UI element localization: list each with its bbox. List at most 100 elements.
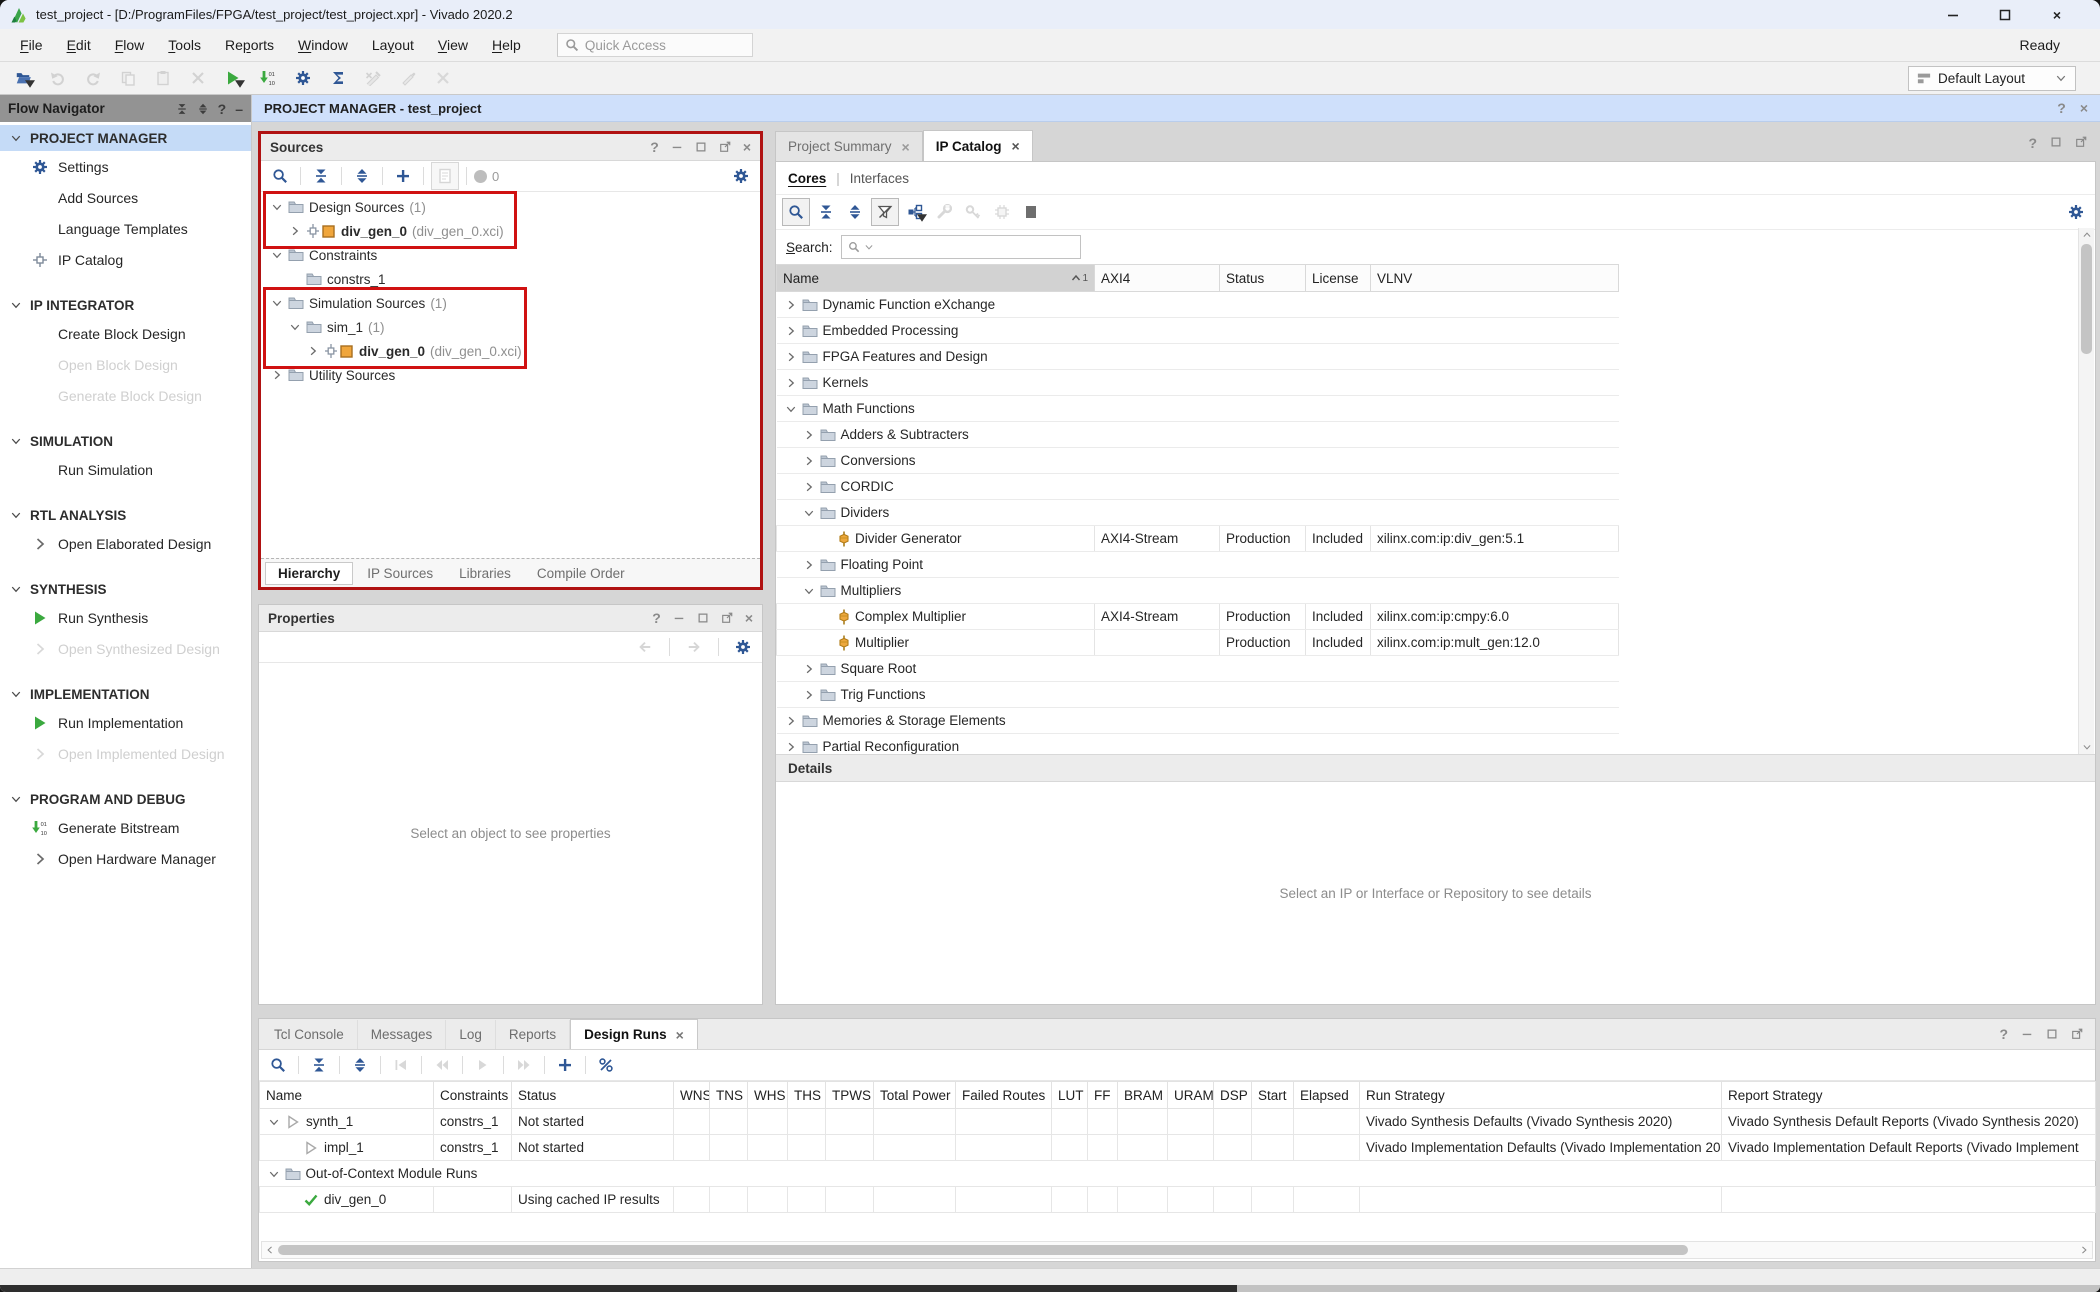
runs-column-header-run-strategy[interactable]: Run Strategy (1360, 1082, 1722, 1109)
runs-column-header-bram[interactable]: BRAM (1118, 1082, 1168, 1109)
editor-tab-ip-catalog[interactable]: IP Catalog× (923, 130, 1033, 161)
bottom-tab-log[interactable]: Log (446, 1020, 496, 1049)
editor-tab-project-summary[interactable]: Project Summary× (775, 131, 923, 161)
runs-column-header-dsp[interactable]: DSP (1214, 1082, 1252, 1109)
flow-item-run-implementation[interactable]: Run Implementation (0, 707, 251, 738)
flow-section-header[interactable]: PROJECT MANAGER (0, 125, 251, 151)
sources-tab-ip-sources[interactable]: IP Sources (355, 563, 445, 584)
runs-column-header-tns[interactable]: TNS (710, 1082, 748, 1109)
edit-timing-button[interactable] (360, 65, 386, 91)
menu-file[interactable]: File (8, 33, 55, 57)
collapse-all-icon[interactable] (176, 103, 188, 115)
flow-item-run-synthesis[interactable]: Run Synthesis (0, 602, 251, 633)
tree-item-Constraints[interactable]: Constraints (261, 243, 760, 267)
column-header-status[interactable]: Status (1220, 265, 1306, 292)
flow-item-ip-catalog[interactable]: IP Catalog (0, 244, 251, 275)
expand-all-button[interactable] (347, 1052, 373, 1078)
expand-all-icon[interactable] (197, 103, 209, 115)
runs-column-header-ths[interactable]: THS (788, 1082, 826, 1109)
collapse-all-button[interactable] (306, 1052, 332, 1078)
runs-column-header-tpws[interactable]: TPWS (826, 1082, 874, 1109)
runs-column-header-uram[interactable]: URAM (1168, 1082, 1214, 1109)
menu-edit[interactable]: Edit (55, 33, 103, 57)
float-icon[interactable] (719, 141, 731, 153)
maximize-icon[interactable] (2046, 1028, 2058, 1040)
ip-row-cordic[interactable]: CORDIC (777, 474, 1619, 500)
ip-row-conversions[interactable]: Conversions (777, 448, 1619, 474)
undo-button[interactable] (45, 65, 71, 91)
play-run-button[interactable] (470, 1052, 496, 1078)
redo-button[interactable] (80, 65, 106, 91)
resource-utilization-button[interactable] (593, 1052, 619, 1078)
runs-column-header-elapsed[interactable]: Elapsed (1294, 1082, 1360, 1109)
flow-item-run-simulation[interactable]: Run Simulation (0, 454, 251, 485)
horizontal-scrollbar[interactable] (261, 1241, 2093, 1259)
filter-button[interactable] (871, 198, 899, 226)
column-header-name[interactable]: Name1 (777, 265, 1095, 292)
scroll-right-button[interactable] (2076, 1243, 2092, 1257)
minimize-icon[interactable]: – (235, 102, 243, 116)
scroll-down-button[interactable] (2079, 740, 2094, 754)
window-minimize-button[interactable] (1946, 8, 1960, 22)
flow-item-generate-bitstream[interactable]: 0110Generate Bitstream (0, 812, 251, 843)
scroll-up-button[interactable] (2079, 228, 2094, 242)
runs-column-header-wns[interactable]: WNS (674, 1082, 710, 1109)
maximize-icon[interactable] (2050, 136, 2062, 148)
bottom-tab-messages[interactable]: Messages (358, 1020, 447, 1049)
window-close-button[interactable]: × (2050, 8, 2064, 22)
tree-item-constrs_1[interactable]: constrs_1 (261, 267, 760, 291)
report-button[interactable] (325, 65, 351, 91)
device-button[interactable] (989, 199, 1015, 225)
back-button[interactable] (632, 634, 658, 660)
layout-selector[interactable]: Default Layout (1908, 66, 2076, 91)
ip-row-floating-point[interactable]: Floating Point (777, 552, 1619, 578)
flow-section-header[interactable]: IP INTEGRATOR (0, 292, 251, 318)
ip-row-divider-generator[interactable]: Divider GeneratorAXI4-StreamProductionIn… (777, 526, 1619, 552)
column-header-axi4[interactable]: AXI4 (1095, 265, 1220, 292)
window-maximize-button[interactable] (1998, 8, 2012, 22)
tree-item-div_gen_0[interactable]: div_gen_0 (div_gen_0.xci) (261, 219, 760, 243)
ip-row-fpga-features-and-design[interactable]: FPGA Features and Design (777, 344, 1619, 370)
ip-row-kernels[interactable]: Kernels (777, 370, 1619, 396)
ip-row-multipliers[interactable]: Multipliers (777, 578, 1619, 604)
add-sources-button[interactable] (390, 163, 416, 189)
minimize-icon[interactable] (673, 612, 685, 624)
search-button[interactable] (265, 1052, 291, 1078)
flow-item-open-hardware-manager[interactable]: Open Hardware Manager (0, 843, 251, 874)
properties-settings-button[interactable] (730, 634, 756, 660)
menu-view[interactable]: View (426, 33, 480, 57)
create-runs-button[interactable] (552, 1052, 578, 1078)
ip-subtab-interfaces[interactable]: Interfaces (850, 171, 909, 186)
help-icon[interactable]: ? (650, 140, 659, 154)
forward-button[interactable] (681, 634, 707, 660)
license-button[interactable] (960, 199, 986, 225)
flow-item-add-sources[interactable]: Add Sources (0, 182, 251, 213)
menu-reports[interactable]: Reports (213, 33, 286, 57)
ip-subtab-cores[interactable]: Cores (788, 171, 826, 186)
close-icon[interactable]: × (2080, 101, 2088, 115)
float-icon[interactable] (2075, 136, 2087, 148)
unmark-button[interactable] (430, 65, 456, 91)
tree-item-sim_1[interactable]: sim_1 (1) (261, 315, 760, 339)
ip-search-input[interactable] (841, 235, 1081, 259)
delete-button[interactable] (185, 65, 211, 91)
runs-column-header-lut[interactable]: LUT (1052, 1082, 1088, 1109)
ip-row-multiplier[interactable]: MultiplierProductionIncludedxilinx.com:i… (777, 630, 1619, 656)
scrollbar-thumb[interactable] (278, 1245, 1688, 1255)
float-icon[interactable] (721, 612, 733, 624)
runs-row-div-gen-0[interactable]: div_gen_0Using cached IP results (260, 1187, 2096, 1213)
maximize-icon[interactable] (695, 141, 707, 153)
minimize-icon[interactable] (671, 141, 683, 153)
runs-column-header-start[interactable]: Start (1252, 1082, 1294, 1109)
edit-properties-button[interactable] (431, 162, 459, 190)
runs-column-header-name[interactable]: Name (260, 1082, 434, 1109)
menu-flow[interactable]: Flow (103, 33, 157, 57)
runs-column-header-constraints[interactable]: Constraints (434, 1082, 512, 1109)
menu-layout[interactable]: Layout (360, 33, 426, 57)
menu-tools[interactable]: Tools (156, 33, 213, 57)
help-icon[interactable]: ? (218, 102, 227, 116)
flow-section-header[interactable]: PROGRAM AND DEBUG (0, 786, 251, 812)
previous-run-button[interactable] (429, 1052, 455, 1078)
ip-row-adders-subtracters[interactable]: Adders & Subtracters (777, 422, 1619, 448)
search-button[interactable] (267, 163, 293, 189)
